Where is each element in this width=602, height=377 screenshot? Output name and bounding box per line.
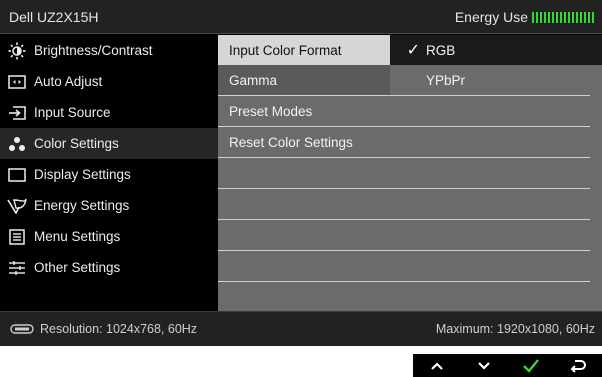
submenu-item-input-color-format[interactable]: Input Color Format — [218, 35, 390, 65]
check-icon — [523, 358, 540, 373]
energy-settings-icon — [6, 197, 28, 215]
maximum-resolution: Maximum: 1920x1080, 60Hz — [435, 322, 595, 336]
option-label: RGB — [426, 42, 456, 58]
menu-item-brightness-contrast[interactable]: Brightness/Contrast — [0, 35, 218, 66]
divider — [218, 188, 590, 189]
input-source-icon — [6, 104, 28, 122]
menu-item-label: Brightness/Contrast — [34, 43, 153, 58]
confirm-button[interactable] — [511, 354, 551, 377]
monitor-model-title: Dell UZ2X15H — [9, 9, 99, 25]
monitor-button-bar — [413, 354, 602, 377]
submenu-item-reset-color-settings[interactable]: Reset Color Settings — [218, 127, 390, 157]
brightness-icon — [6, 42, 28, 60]
option-ypbpr[interactable]: YPbPr — [390, 65, 602, 95]
option-rgb[interactable]: ✓ RGB — [390, 35, 602, 65]
menu-item-label: Auto Adjust — [34, 74, 103, 89]
down-arrow-icon — [478, 361, 490, 370]
divider — [218, 95, 590, 96]
divider — [218, 157, 590, 158]
up-arrow-icon — [430, 361, 443, 370]
input-color-format-options: ✓ RGB YPbPr — [390, 35, 602, 311]
up-button[interactable] — [417, 354, 457, 377]
energy-use-label: Energy Use — [454, 9, 528, 25]
menu-item-display-settings[interactable]: Display Settings — [0, 159, 218, 190]
back-button[interactable] — [558, 354, 598, 377]
check-icon: ✓ — [406, 42, 420, 59]
status-footer: Resolution: 1024x768, 60Hz Maximum: 1920… — [0, 311, 602, 346]
other-settings-icon — [6, 259, 28, 277]
connector-icon — [10, 324, 34, 334]
divider — [218, 281, 590, 282]
osd-window: Dell UZ2X15H Energy Use Brightness/Contr… — [0, 0, 602, 346]
color-settings-icon — [6, 135, 28, 153]
menu-item-color-settings[interactable]: Color Settings — [0, 128, 218, 159]
menu-item-label: Energy Settings — [34, 198, 130, 213]
display-settings-icon — [6, 166, 28, 184]
menu-settings-icon — [6, 228, 28, 246]
auto-adjust-icon — [6, 73, 28, 91]
menu-item-auto-adjust[interactable]: Auto Adjust — [0, 66, 218, 97]
divider — [218, 250, 590, 251]
energy-use-indicator: Energy Use — [455, 9, 594, 25]
divider — [218, 219, 590, 220]
current-resolution: Resolution: 1024x768, 60Hz — [10, 322, 197, 336]
menu-item-energy-settings[interactable]: Energy Settings — [0, 190, 218, 221]
menu-item-label: Color Settings — [34, 136, 119, 151]
back-icon — [570, 359, 587, 373]
submenu-item-preset-modes[interactable]: Preset Modes — [218, 96, 390, 126]
energy-level-bar — [532, 11, 594, 23]
color-settings-submenu: Input Color Format Gamma Preset Modes Re… — [218, 35, 390, 311]
main-menu: Brightness/Contrast Auto Adjust Input So… — [0, 35, 218, 311]
menu-item-label: Input Source — [34, 105, 111, 120]
menu-item-label: Menu Settings — [34, 229, 121, 244]
resolution-text: Resolution: 1024x768, 60Hz — [40, 322, 198, 336]
title-bar: Dell UZ2X15H Energy Use — [0, 0, 602, 34]
menu-item-label: Display Settings — [34, 167, 131, 182]
menu-item-menu-settings[interactable]: Menu Settings — [0, 221, 218, 252]
menu-item-other-settings[interactable]: Other Settings — [0, 252, 218, 283]
submenu-item-gamma[interactable]: Gamma — [218, 65, 390, 95]
menu-item-label: Other Settings — [34, 260, 121, 275]
down-button[interactable] — [464, 354, 504, 377]
option-label: YPbPr — [426, 72, 466, 88]
divider — [218, 126, 590, 127]
menu-item-input-source[interactable]: Input Source — [0, 97, 218, 128]
